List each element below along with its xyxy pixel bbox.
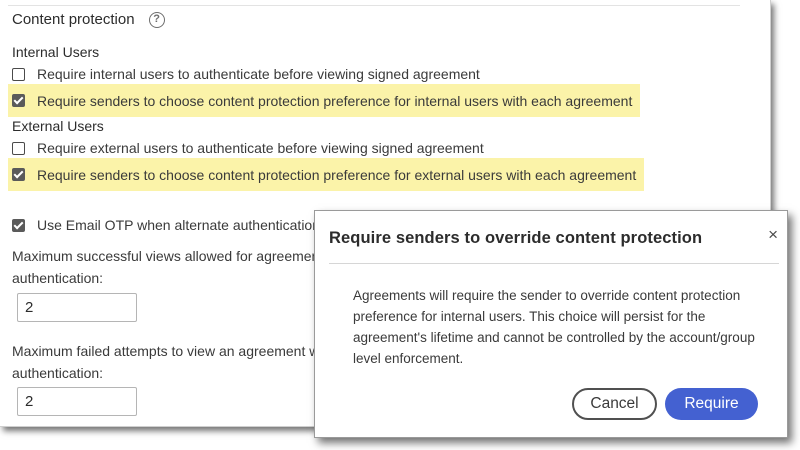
option-label: Require senders to choose content protec…	[37, 166, 637, 183]
option-label: Use Email OTP when alternate authenticat…	[37, 217, 336, 233]
external-users-label: External Users	[12, 118, 104, 134]
cancel-button[interactable]: Cancel	[572, 388, 657, 420]
section-header: Content protection ?	[12, 11, 165, 28]
help-icon[interactable]: ?	[148, 11, 165, 28]
max-views-label: Maximum successful views allowed for agr…	[12, 245, 337, 289]
external-authenticate-option[interactable]: Require external users to authenticate b…	[12, 137, 484, 159]
max-views-input[interactable]	[17, 293, 137, 322]
internal-sender-choice-option[interactable]: Require senders to choose content protec…	[8, 84, 641, 117]
require-button[interactable]: Require	[665, 388, 758, 420]
section-title: Content protection	[12, 11, 135, 28]
internal-users-label: Internal Users	[12, 44, 100, 60]
close-icon[interactable]: ×	[768, 226, 778, 243]
checkbox-checked-icon[interactable]	[12, 168, 25, 181]
max-failed-input[interactable]	[17, 387, 137, 416]
dialog-divider	[329, 263, 779, 264]
option-label: Require senders to choose content protec…	[37, 92, 633, 109]
divider	[8, 5, 740, 6]
max-failed-label: Maximum failed attempts to view an agree…	[12, 340, 326, 384]
external-sender-choice-option[interactable]: Require senders to choose content protec…	[8, 158, 645, 191]
checkbox-unchecked-icon[interactable]	[12, 141, 25, 155]
checkbox-unchecked-icon[interactable]	[12, 67, 25, 81]
max-failed-label-line1: Maximum failed attempts to view an agree…	[12, 343, 327, 359]
option-label: Require external users to authenticate b…	[37, 140, 484, 156]
max-views-label-line2: authentication:	[12, 270, 104, 286]
max-failed-label-line2: authentication:	[12, 365, 104, 381]
option-label: Require internal users to authenticate b…	[37, 66, 480, 82]
internal-authenticate-option[interactable]: Require internal users to authenticate b…	[12, 63, 480, 85]
max-views-label-line1: Maximum successful views allowed for agr…	[12, 248, 338, 264]
email-otp-option[interactable]: Use Email OTP when alternate authenticat…	[12, 214, 336, 236]
dialog-message: Agreements will require the sender to ov…	[353, 288, 755, 366]
require-override-dialog: Require senders to override content prot…	[314, 210, 788, 438]
checkbox-checked-icon[interactable]	[12, 218, 25, 232]
dialog-title: Require senders to override content prot…	[329, 229, 703, 247]
checkbox-checked-icon[interactable]	[12, 94, 25, 107]
